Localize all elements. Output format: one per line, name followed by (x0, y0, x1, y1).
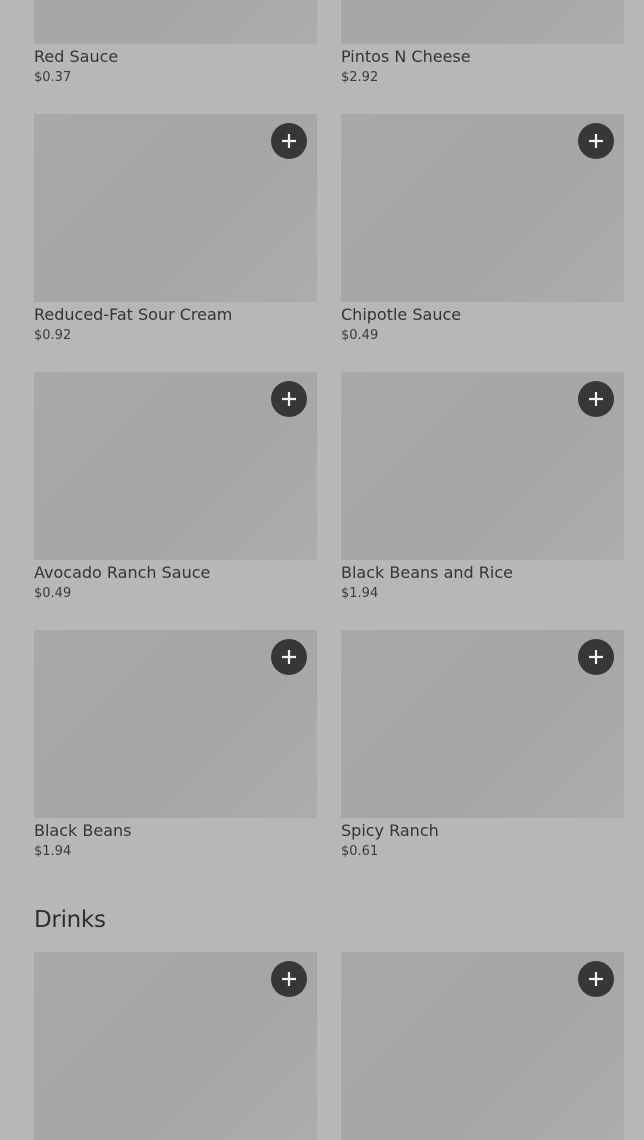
plus-icon (282, 972, 296, 986)
item-price: $0.49 (341, 328, 379, 343)
add-to-cart-button[interactable] (271, 123, 307, 159)
add-to-cart-button[interactable] (271, 961, 307, 997)
item-price: $2.92 (341, 70, 379, 85)
plus-icon (589, 392, 603, 406)
item-price: $1.94 (34, 844, 72, 859)
item-name: Pintos N Cheese (341, 47, 471, 66)
menu-item-card[interactable]: Chipotle Sauce $0.49 (341, 114, 624, 345)
item-image[interactable] (34, 952, 317, 1140)
item-image[interactable] (341, 372, 624, 560)
plus-icon (589, 650, 603, 664)
add-to-cart-button[interactable] (578, 961, 614, 997)
item-price: $1.94 (341, 586, 379, 601)
item-image[interactable] (341, 114, 624, 302)
add-to-cart-button[interactable] (578, 381, 614, 417)
item-name: Black Beans and Rice (341, 563, 513, 582)
item-name: Chipotle Sauce (341, 305, 462, 324)
item-name: Black Beans (34, 821, 132, 840)
menu-item-card[interactable]: Avocado Ranch Sauce $0.49 (34, 372, 317, 603)
item-image[interactable] (34, 630, 317, 818)
item-image[interactable] (34, 0, 317, 44)
section-title-drinks: Drinks (34, 907, 106, 933)
item-price: $0.61 (341, 844, 379, 859)
add-to-cart-button[interactable] (578, 639, 614, 675)
menu-item-card[interactable]: Spicy Ranch $0.61 (341, 630, 624, 861)
add-to-cart-button[interactable] (271, 381, 307, 417)
plus-icon (282, 392, 296, 406)
item-image[interactable] (34, 114, 317, 302)
item-price: $0.49 (34, 586, 72, 601)
menu-item-card[interactable] (34, 952, 317, 1140)
plus-icon (589, 134, 603, 148)
menu-item-card[interactable]: Red Sauce $0.37 (34, 0, 317, 87)
plus-icon (282, 650, 296, 664)
item-name: Spicy Ranch (341, 821, 439, 840)
add-to-cart-button[interactable] (271, 639, 307, 675)
item-name: Red Sauce (34, 47, 119, 66)
menu-item-card[interactable]: Black Beans $1.94 (34, 630, 317, 861)
item-image[interactable] (34, 372, 317, 560)
plus-icon (282, 134, 296, 148)
menu-item-card[interactable] (341, 952, 624, 1140)
item-image[interactable] (341, 0, 624, 44)
item-price: $0.37 (34, 70, 72, 85)
item-price: $0.92 (34, 328, 72, 343)
add-to-cart-button[interactable] (578, 123, 614, 159)
item-image[interactable] (341, 630, 624, 818)
menu-item-card[interactable]: Reduced-Fat Sour Cream $0.92 (34, 114, 317, 345)
item-image[interactable] (341, 952, 624, 1140)
item-name: Avocado Ranch Sauce (34, 563, 211, 582)
menu-item-card[interactable]: Pintos N Cheese $2.92 (341, 0, 624, 87)
menu-item-card[interactable]: Black Beans and Rice $1.94 (341, 372, 624, 603)
plus-icon (589, 972, 603, 986)
item-name: Reduced-Fat Sour Cream (34, 305, 233, 324)
